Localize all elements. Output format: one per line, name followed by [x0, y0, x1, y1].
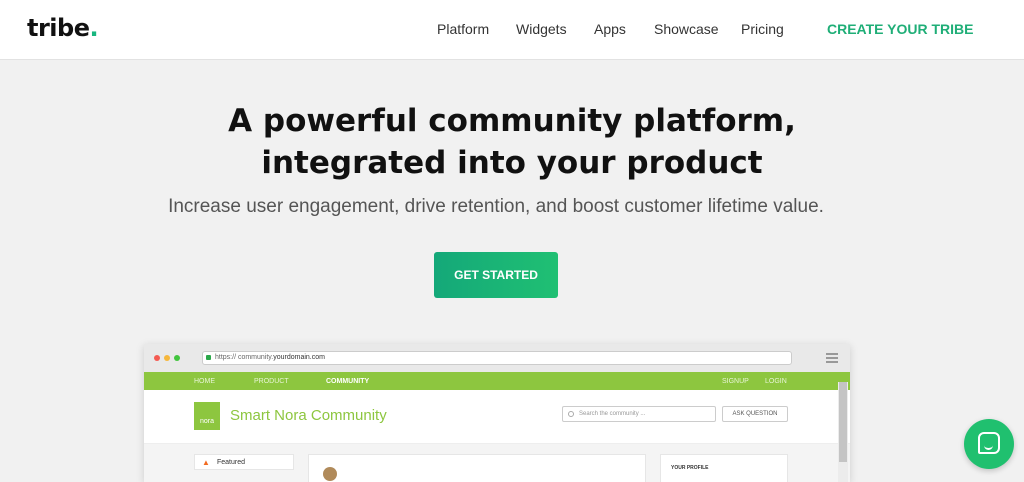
hero-title-line1: A powerful community platform,	[228, 103, 796, 139]
brand-name: Smart Nora	[230, 407, 307, 424]
profile-card: YOUR PROFILE	[660, 454, 788, 482]
search-placeholder: Search the community ...	[579, 411, 646, 417]
mock-search-input: Search the community ...	[562, 406, 716, 422]
feed-card	[308, 454, 646, 482]
chat-launcher-button[interactable]	[964, 419, 1014, 469]
mock-nav-home: HOME	[194, 378, 215, 385]
browser-chrome: https:// community.yourdomain.com	[144, 344, 850, 372]
community-body: ▲ Featured YOUR PROFILE	[144, 444, 850, 482]
mock-nav-signup: SIGNUP	[722, 378, 749, 385]
logo-text: tribe	[27, 14, 90, 42]
featured-label: Featured	[217, 459, 246, 466]
mock-nav-product: PRODUCT	[254, 378, 289, 385]
community-header: nora Smart Nora Community Search the com…	[144, 390, 850, 444]
nav-widgets[interactable]: Widgets	[516, 21, 567, 37]
community-navbar: HOME PRODUCT COMMUNITY SIGNUP LOGIN	[144, 372, 850, 390]
tribe-logo[interactable]: tribe.	[27, 14, 99, 42]
logo-dot: .	[89, 14, 99, 42]
nav-pricing[interactable]: Pricing	[741, 21, 784, 37]
chat-icon	[978, 432, 1000, 454]
address-prefix: https:// community.	[215, 354, 274, 361]
lock-icon	[206, 355, 211, 360]
brand-suffix: Community	[310, 407, 387, 424]
hero-title-line2: integrated into your product	[261, 145, 763, 181]
create-your-tribe-link[interactable]: CREATE YOUR TRIBE	[827, 21, 974, 37]
search-icon	[568, 411, 574, 417]
nav-apps[interactable]: Apps	[594, 21, 626, 37]
address-host: yourdomain.com	[273, 354, 325, 361]
fire-icon: ▲	[202, 458, 210, 467]
ask-question-button: ASK QUESTION	[722, 406, 788, 422]
hero-subtitle: Increase user engagement, drive retentio…	[168, 196, 824, 217]
nav-platform[interactable]: Platform	[437, 21, 489, 37]
nora-logo: nora	[194, 402, 220, 430]
mock-nav-login: LOGIN	[765, 378, 787, 385]
community-title: Smart Nora Community	[230, 407, 387, 424]
maximize-dot-icon	[174, 355, 180, 361]
minimize-dot-icon	[164, 355, 170, 361]
nav-showcase[interactable]: Showcase	[654, 21, 719, 37]
mock-nav-community: COMMUNITY	[326, 378, 370, 385]
top-navbar: tribe. Platform Widgets Apps Showcase Pr…	[0, 0, 1024, 60]
avatar	[323, 467, 337, 481]
featured-item: ▲ Featured	[194, 454, 294, 470]
browser-mockup: https:// community.yourdomain.com HOME P…	[144, 344, 850, 482]
hamburger-menu-icon	[826, 353, 838, 363]
address-bar: https:// community.yourdomain.com	[202, 351, 792, 365]
close-dot-icon	[154, 355, 160, 361]
hero-title: A powerful community platform, integrate…	[0, 100, 1024, 184]
get-started-button[interactable]: GET STARTED	[434, 252, 558, 298]
mock-scrollbar	[838, 382, 848, 482]
